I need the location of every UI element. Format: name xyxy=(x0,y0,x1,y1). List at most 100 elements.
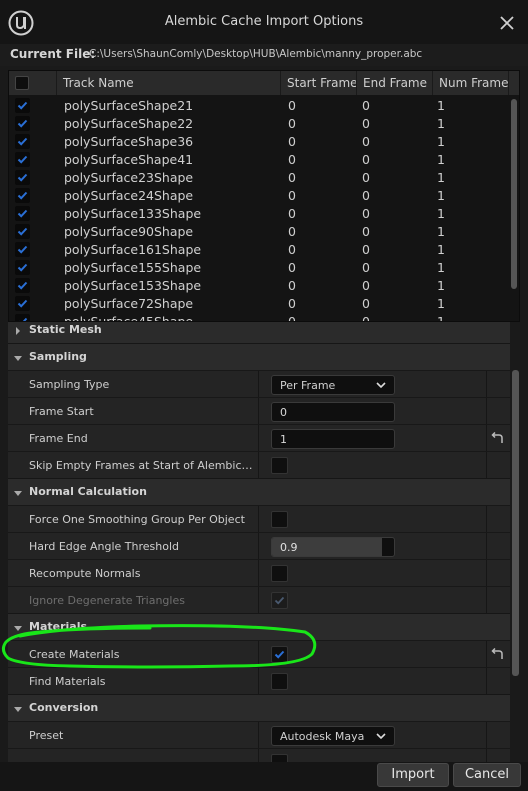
start-frame-cell: 0 xyxy=(288,98,296,113)
column-divider[interactable] xyxy=(258,452,259,479)
current-file-path: C:\Users\ShaunComly\Desktop\HUB\Alembic\… xyxy=(89,48,423,60)
recompute-normals-checkbox[interactable] xyxy=(271,565,288,582)
sampling-type-dropdown[interactable]: Per Frame xyxy=(271,375,395,395)
row-checkbox[interactable] xyxy=(15,242,30,257)
cancel-button[interactable]: Cancel xyxy=(453,763,521,787)
row-checkbox[interactable] xyxy=(15,152,30,167)
row-preset: Preset Autodesk Maya xyxy=(8,721,510,749)
column-divider xyxy=(486,668,487,695)
row-checkbox[interactable] xyxy=(15,224,30,239)
row-frame-end: Frame End 1 xyxy=(8,424,510,452)
current-file-label: Current File: xyxy=(10,47,96,61)
end-frame-cell: 0 xyxy=(362,170,370,185)
category-sampling[interactable]: Sampling xyxy=(8,343,510,370)
category-conversion[interactable]: Conversion xyxy=(8,694,510,721)
column-divider[interactable] xyxy=(258,371,259,398)
table-row[interactable]: polySurface72Shape 0 0 1 xyxy=(9,295,509,313)
row-recompute-normals: Recompute Normals xyxy=(8,559,510,587)
table-row[interactable]: polySurfaceShape36 0 0 1 xyxy=(9,133,509,151)
table-row[interactable]: polySurface161Shape 0 0 1 xyxy=(9,241,509,259)
column-divider[interactable] xyxy=(258,587,259,614)
num-frame-cell: 1 xyxy=(437,224,445,239)
preset-dropdown[interactable]: Autodesk Maya xyxy=(271,726,395,746)
column-divider[interactable] xyxy=(258,398,259,425)
table-row[interactable]: polySurfaceShape41 0 0 1 xyxy=(9,151,509,169)
row-frame-start: Frame Start 0 xyxy=(8,397,510,425)
reset-to-default-icon[interactable] xyxy=(490,648,504,660)
table-row[interactable]: polySurface133Shape 0 0 1 xyxy=(9,205,509,223)
table-row[interactable]: polySurface90Shape 0 0 1 xyxy=(9,223,509,241)
start-frame-cell: 0 xyxy=(288,314,296,322)
table-row[interactable]: polySurface24Shape 0 0 1 xyxy=(9,187,509,205)
num-frame-cell: 1 xyxy=(437,314,445,322)
find-materials-checkbox[interactable] xyxy=(271,673,288,690)
row-checkbox[interactable] xyxy=(15,134,30,149)
column-divider[interactable] xyxy=(258,641,259,668)
track-name-cell: polySurfaceShape22 xyxy=(64,116,194,131)
column-start-frame[interactable]: Start Frame xyxy=(281,71,357,95)
table-row[interactable]: polySurface45Shape 0 0 1 xyxy=(9,313,509,322)
row-checkbox[interactable] xyxy=(15,206,30,221)
column-divider[interactable] xyxy=(258,425,259,452)
row-checkbox[interactable] xyxy=(15,278,30,293)
row-checkbox[interactable] xyxy=(15,116,30,131)
details-scrollbar[interactable] xyxy=(512,370,519,676)
table-row[interactable]: polySurface23Shape 0 0 1 xyxy=(9,169,509,187)
row-checkbox[interactable] xyxy=(15,170,30,185)
track-name-cell: polySurface23Shape xyxy=(64,170,194,185)
create-materials-checkbox[interactable] xyxy=(271,646,288,663)
column-divider xyxy=(486,641,487,668)
table-row[interactable]: polySurface155Shape 0 0 1 xyxy=(9,259,509,277)
row-checkbox[interactable] xyxy=(15,296,30,311)
track-name-cell: polySurface153Shape xyxy=(64,278,202,293)
row-skip-empty-frames: Skip Empty Frames at Start of Alembic Se… xyxy=(8,451,510,479)
track-name-cell: polySurface72Shape xyxy=(64,296,194,311)
column-divider[interactable] xyxy=(258,506,259,533)
row-checkbox[interactable] xyxy=(15,314,30,321)
column-divider[interactable] xyxy=(258,533,259,560)
num-frame-cell: 1 xyxy=(437,170,445,185)
table-row[interactable]: polySurfaceShape22 0 0 1 xyxy=(9,115,509,133)
column-divider[interactable] xyxy=(258,722,259,749)
reset-to-default-icon[interactable] xyxy=(490,432,504,444)
category-normal-calculation[interactable]: Normal Calculation xyxy=(8,478,510,505)
property-label: Recompute Normals xyxy=(29,567,141,580)
partial-checkbox[interactable] xyxy=(271,754,288,762)
select-all-checkbox[interactable] xyxy=(15,76,29,90)
frame-start-input[interactable]: 0 xyxy=(271,402,395,422)
import-button[interactable]: Import xyxy=(377,763,449,787)
end-frame-cell: 0 xyxy=(362,314,370,322)
category-materials[interactable]: Materials xyxy=(8,613,510,640)
property-label: Create Materials xyxy=(29,648,120,661)
column-end-frame[interactable]: End Frame xyxy=(357,71,433,95)
title-bar: Alembic Cache Import Options xyxy=(0,0,528,44)
category-static-mesh[interactable]: Static Mesh xyxy=(8,322,510,343)
checkmark-icon xyxy=(17,101,28,110)
end-frame-cell: 0 xyxy=(362,206,370,221)
column-track-name[interactable]: Track Name xyxy=(57,71,281,95)
column-divider[interactable] xyxy=(258,668,259,695)
column-num-frame[interactable]: Num Frame xyxy=(433,71,509,95)
row-sampling-type: Sampling Type Per Frame xyxy=(8,370,510,398)
close-icon[interactable] xyxy=(497,13,517,33)
category-label: Normal Calculation xyxy=(29,485,147,498)
row-checkbox[interactable] xyxy=(15,260,30,275)
checkmark-icon xyxy=(17,173,28,182)
force-smoothing-group-checkbox[interactable] xyxy=(271,511,288,528)
column-divider[interactable] xyxy=(258,560,259,587)
dropdown-value: Per Frame xyxy=(280,379,336,392)
frame-end-input[interactable]: 1 xyxy=(271,429,395,449)
hard-edge-threshold-slider[interactable]: 0.9 xyxy=(271,537,395,557)
column-divider xyxy=(486,749,487,762)
table-scrollbar[interactable] xyxy=(511,99,517,289)
skip-empty-frames-checkbox[interactable] xyxy=(271,457,288,474)
table-row[interactable]: polySurfaceShape21 0 0 1 xyxy=(9,97,509,115)
num-frame-cell: 1 xyxy=(437,296,445,311)
end-frame-cell: 0 xyxy=(362,278,370,293)
row-checkbox[interactable] xyxy=(15,188,30,203)
row-checkbox[interactable] xyxy=(15,98,30,113)
end-frame-cell: 0 xyxy=(362,98,370,113)
table-row[interactable]: polySurface153Shape 0 0 1 xyxy=(9,277,509,295)
category-label: Static Mesh xyxy=(29,323,102,336)
column-divider xyxy=(486,722,487,749)
